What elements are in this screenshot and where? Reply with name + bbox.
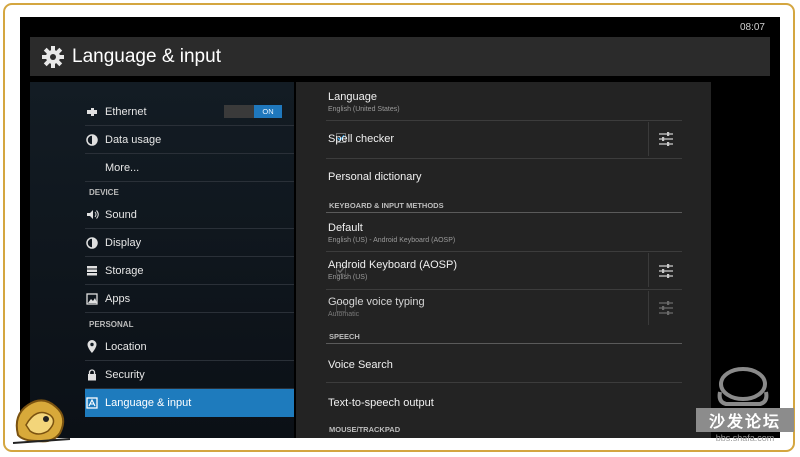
watermark-brand: 沙发论坛 bbox=[696, 408, 794, 432]
vertical-separator bbox=[648, 291, 649, 325]
location-pin-icon bbox=[85, 340, 99, 354]
sidebar-item-apps[interactable]: Apps bbox=[85, 285, 294, 313]
spell-checker-settings-icon[interactable] bbox=[658, 131, 674, 147]
speaker-icon bbox=[85, 208, 99, 222]
section-divider bbox=[326, 212, 682, 213]
sidebar-item-label: Data usage bbox=[105, 133, 162, 146]
sidebar-item-more[interactable]: More... bbox=[85, 154, 294, 182]
section-header-mouse: MOUSE/TRACKPAD bbox=[329, 425, 401, 434]
sidebar-item-label: More... bbox=[105, 161, 140, 174]
section-divider bbox=[326, 343, 682, 344]
pref-summary: English (US) - Android Keyboard (AOSP) bbox=[328, 237, 456, 244]
android-keyboard-settings-icon[interactable] bbox=[658, 263, 674, 279]
pref-google-voice-typing[interactable]: Google voice typing Automatic bbox=[328, 296, 682, 318]
vertical-separator bbox=[648, 253, 649, 287]
divider bbox=[326, 289, 682, 290]
page-title: Language & input bbox=[72, 45, 221, 67]
tv-screen: 08:07 Language & input Ethernet ON Data … bbox=[20, 17, 780, 438]
pref-title: Language bbox=[328, 91, 377, 103]
sofa-icon bbox=[714, 364, 772, 408]
action-bar: Language & input bbox=[30, 37, 770, 76]
sidebar-item-label: Security bbox=[105, 368, 145, 381]
pref-language[interactable]: Language English (United States) bbox=[328, 91, 682, 113]
sidebar-item-location[interactable]: Location bbox=[85, 333, 294, 361]
apps-icon bbox=[85, 292, 99, 306]
language-icon bbox=[85, 396, 99, 410]
pref-title: Text-to-speech output bbox=[328, 397, 434, 409]
watermark-logo: 沙发论坛 bbs.shafa.com bbox=[696, 364, 794, 452]
vertical-separator bbox=[648, 122, 649, 156]
pref-title: Voice Search bbox=[328, 359, 393, 371]
data-usage-icon bbox=[85, 133, 99, 147]
toggle-state: ON bbox=[254, 105, 282, 118]
section-header-device: DEVICE bbox=[89, 188, 119, 197]
sidebar-item-language-input[interactable]: Language & input bbox=[85, 389, 294, 417]
divider bbox=[326, 251, 682, 252]
sidebar-item-label: Apps bbox=[105, 292, 131, 305]
pref-android-keyboard[interactable]: Android Keyboard (AOSP) English (US) bbox=[328, 259, 682, 281]
language-input-settings-panel: Language English (United States) Spell c… bbox=[296, 82, 711, 438]
brightness-icon bbox=[85, 236, 99, 250]
watermark-url: bbs.shafa.com bbox=[715, 433, 775, 443]
section-header-personal: PERSONAL bbox=[89, 320, 134, 329]
gear-icon bbox=[38, 42, 68, 72]
pref-title: Spell checker bbox=[328, 133, 395, 145]
pref-title: Personal dictionary bbox=[328, 171, 422, 183]
lock-icon bbox=[85, 368, 99, 382]
sidebar-item-label: Language & input bbox=[105, 397, 192, 409]
pref-title: Google voice typing bbox=[328, 296, 425, 308]
mascot-logo bbox=[8, 385, 78, 447]
sidebar-item-label: Storage bbox=[105, 264, 144, 277]
sidebar-item-label: Display bbox=[105, 236, 142, 249]
google-voice-settings-icon[interactable] bbox=[658, 300, 674, 316]
divider bbox=[326, 158, 682, 159]
pref-summary: English (US) bbox=[328, 274, 368, 281]
sidebar-item-security[interactable]: Security bbox=[85, 361, 294, 389]
sidebar-item-sound[interactable]: Sound bbox=[85, 201, 294, 229]
section-header-keyboard: KEYBOARD & INPUT METHODS bbox=[329, 201, 444, 210]
sidebar-item-data-usage[interactable]: Data usage bbox=[85, 126, 294, 154]
pref-spell-checker[interactable]: Spell checker bbox=[328, 133, 682, 145]
section-header-speech: SPEECH bbox=[329, 332, 360, 341]
status-bar-time: 08:07 bbox=[739, 22, 765, 33]
pref-personal-dictionary[interactable]: Personal dictionary bbox=[328, 171, 682, 183]
ethernet-icon bbox=[85, 105, 99, 119]
pref-text-to-speech[interactable]: Text-to-speech output bbox=[328, 397, 682, 409]
sidebar-item-display[interactable]: Display bbox=[85, 229, 294, 257]
pref-summary: Automatic bbox=[328, 311, 360, 318]
storage-icon bbox=[85, 264, 99, 278]
sidebar-item-ethernet[interactable]: Ethernet ON bbox=[85, 98, 294, 126]
pref-summary: English (United States) bbox=[328, 106, 400, 113]
divider bbox=[326, 120, 682, 121]
pref-voice-search[interactable]: Voice Search bbox=[328, 359, 682, 371]
pref-title: Android Keyboard (AOSP) bbox=[328, 259, 458, 271]
divider bbox=[326, 382, 682, 383]
pref-default-keyboard[interactable]: Default English (US) - Android Keyboard … bbox=[328, 222, 682, 244]
sidebar-item-storage[interactable]: Storage bbox=[85, 257, 294, 285]
sidebar-item-label: Ethernet bbox=[105, 105, 147, 118]
ethernet-toggle[interactable]: ON bbox=[224, 105, 282, 118]
sidebar-item-label: Location bbox=[105, 340, 147, 353]
sidebar-item-label: Sound bbox=[105, 208, 137, 221]
pref-title: Default bbox=[328, 222, 363, 234]
